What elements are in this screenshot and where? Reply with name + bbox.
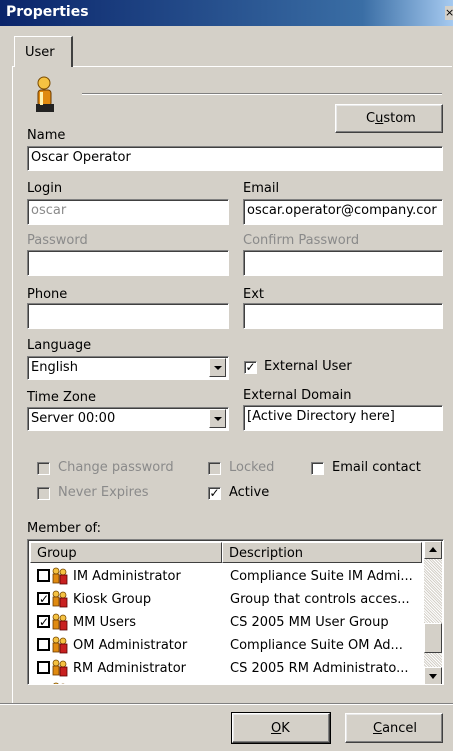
ok-label-b: K — [281, 721, 290, 736]
member-checkbox[interactable] — [37, 569, 50, 582]
timezone-label: Time Zone — [27, 390, 97, 405]
active-checkbox[interactable]: ✓ — [208, 487, 221, 500]
member-checkbox[interactable] — [37, 661, 50, 674]
member-checkbox[interactable]: ✓ — [37, 592, 50, 605]
login-label: Login — [27, 181, 63, 196]
column-header-description-label: Description — [229, 546, 304, 561]
member-group-description: Compliance Suite IM Admi... — [230, 569, 413, 584]
active-label: Active — [229, 485, 270, 500]
email-contact-checkbox[interactable] — [311, 462, 324, 475]
user-icon — [36, 76, 54, 112]
name-label: Name — [27, 128, 66, 143]
member-of-label: Member of: — [27, 521, 102, 536]
external-user-checkbox[interactable]: ✓ — [244, 361, 257, 374]
custom-button-label-a: C — [366, 111, 376, 126]
external-domain-label: External Domain — [243, 388, 352, 403]
timezone-dropdown-button[interactable] — [209, 409, 226, 428]
member-checkbox[interactable] — [37, 684, 50, 685]
name-field[interactable]: Oscar Operator — [27, 146, 443, 171]
ok-button[interactable]: OK — [231, 712, 331, 744]
group-icon — [51, 636, 69, 654]
member-row[interactable]: ✓ MM Users CS 2005 MM User Group — [31, 611, 421, 634]
custom-button-label-c: stom — [383, 111, 416, 126]
never-expires-checkbox[interactable] — [37, 487, 50, 500]
group-icon — [51, 567, 69, 585]
member-group-name: RM Administrator — [73, 661, 187, 676]
group-icon — [51, 659, 69, 677]
cancel-label-b: ancel — [382, 721, 418, 736]
close-icon[interactable]: × — [445, 6, 453, 20]
member-row[interactable]: IM Administrator Compliance Suite IM Admi… — [31, 565, 421, 588]
member-group-description: CS 2005 RM Administrato... — [230, 661, 409, 676]
column-header-group[interactable]: Group — [30, 542, 222, 563]
language-dropdown-button[interactable] — [209, 358, 226, 377]
email-contact-label: Email contact — [332, 460, 421, 475]
confirm-password-label: Confirm Password — [243, 233, 360, 248]
member-row[interactable]: ...... — [31, 680, 421, 685]
external-user-label: External User — [264, 359, 352, 374]
member-row[interactable]: ✓ Kiosk Group Group that controls acces... — [31, 588, 421, 611]
column-header-group-label: Group — [37, 546, 77, 561]
member-group-description: ... — [230, 684, 420, 685]
password-label: Password — [27, 233, 88, 248]
cancel-label-a: C — [373, 721, 383, 736]
scroll-up-button[interactable] — [424, 541, 442, 559]
member-group-description: CS 2005 MM User Group — [230, 615, 389, 630]
phone-label: Phone — [27, 287, 68, 302]
column-header-description[interactable]: Description — [222, 542, 422, 563]
confirm-password-field[interactable] — [243, 250, 443, 276]
member-group-description: Compliance Suite OM Ad... — [230, 638, 403, 653]
group-icon — [51, 613, 69, 631]
member-row[interactable]: RM Administrator CS 2005 RM Administrato.… — [31, 657, 421, 680]
footer-separator — [0, 703, 453, 705]
member-group-name: IM Administrator — [73, 569, 181, 584]
member-checkbox[interactable] — [37, 638, 50, 651]
change-password-label: Change password — [58, 460, 174, 475]
locked-label: Locked — [229, 460, 275, 475]
group-icon — [51, 590, 69, 608]
member-group-name: Kiosk Group — [73, 592, 152, 607]
ok-label-a: O — [271, 721, 282, 736]
member-of-list[interactable]: Group Description IM Administrator Compli… — [27, 539, 444, 685]
locked-checkbox[interactable] — [208, 462, 221, 475]
group-icon — [51, 682, 69, 684]
ext-label: Ext — [243, 287, 265, 302]
member-checkbox[interactable]: ✓ — [37, 615, 50, 628]
ext-field[interactable] — [243, 303, 443, 329]
scroll-thumb[interactable] — [424, 623, 442, 653]
language-label: Language — [27, 338, 92, 353]
member-group-description: Group that controls acces... — [230, 592, 410, 607]
never-expires-label: Never Expires — [58, 485, 149, 500]
login-field[interactable]: oscar — [27, 199, 229, 225]
change-password-checkbox[interactable] — [37, 462, 50, 475]
email-label: Email — [243, 181, 280, 196]
scroll-down-button[interactable] — [424, 667, 442, 684]
member-list-scrollbar[interactable] — [424, 541, 442, 684]
member-group-name: ... — [73, 684, 85, 685]
window-title: Properties — [6, 4, 89, 20]
member-group-name: MM Users — [73, 615, 136, 630]
timezone-select[interactable]: Server 00:00 — [27, 407, 229, 431]
password-field[interactable] — [27, 250, 229, 276]
tab-user-label: User — [25, 45, 55, 60]
tab-user[interactable]: User — [14, 36, 73, 67]
phone-field[interactable] — [27, 303, 229, 329]
cancel-button[interactable]: Cancel — [345, 713, 443, 743]
header-separator — [82, 93, 442, 95]
email-field[interactable]: oscar.operator@company.cor — [243, 199, 443, 225]
external-domain-field[interactable]: [Active Directory here] — [243, 405, 443, 431]
member-group-name: OM Administrator — [73, 638, 188, 653]
custom-button[interactable]: Custom — [335, 104, 443, 133]
member-row[interactable]: OM Administrator Compliance Suite OM Ad..… — [31, 634, 421, 657]
language-select[interactable]: English — [27, 356, 229, 380]
